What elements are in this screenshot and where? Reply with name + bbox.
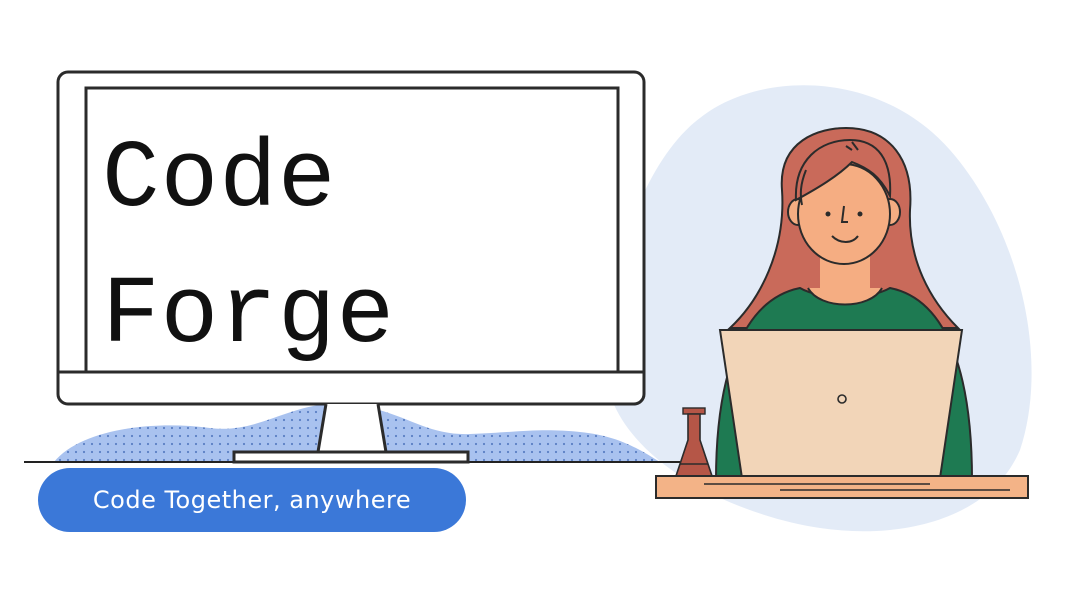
tagline-label: Code Together, anywhere — [92, 486, 412, 514]
title-line-1: Code — [102, 125, 337, 234]
laptop-icon — [718, 329, 964, 479]
tagline-button[interactable]: Code Together, anywhere — [38, 468, 466, 532]
desk — [655, 475, 1029, 499]
title-line-2: Forge — [102, 261, 396, 370]
app-title: Code Forge — [102, 112, 395, 384]
